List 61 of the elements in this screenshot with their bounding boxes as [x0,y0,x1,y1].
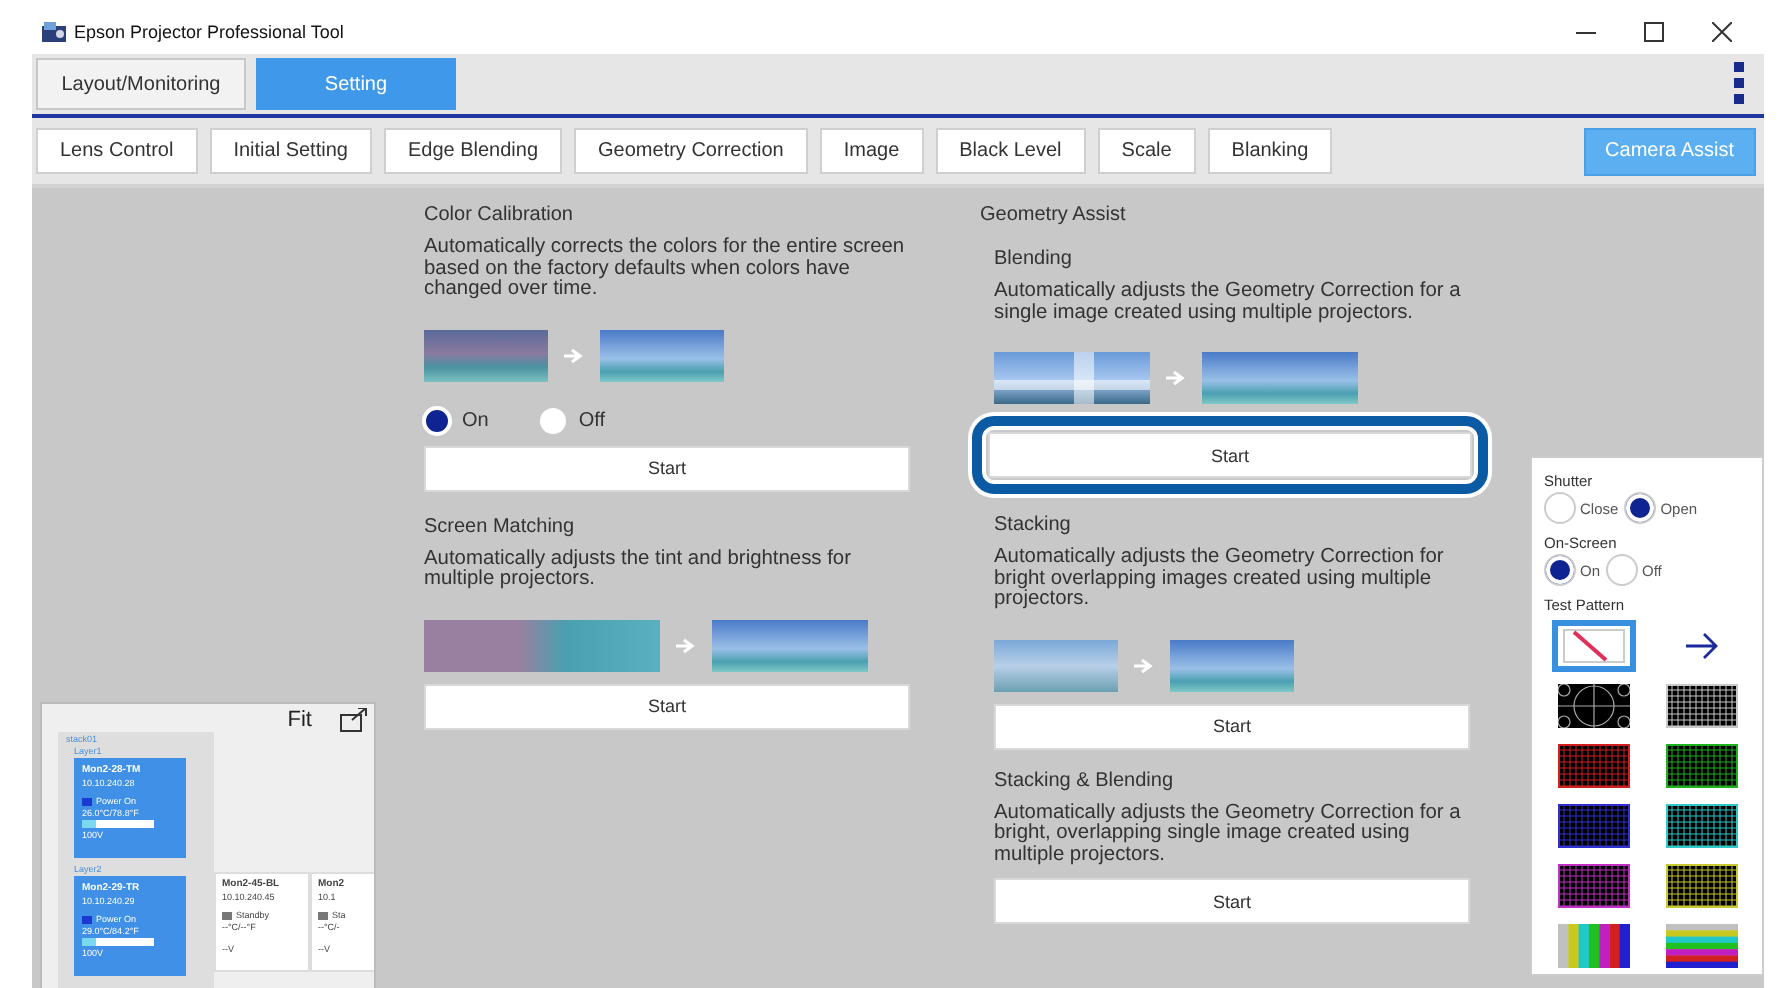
start-button[interactable]: Start [994,878,1470,924]
status-icon [318,911,328,920]
main-tab[interactable]: Layout/Monitoring [36,58,246,110]
sub-tab[interactable]: Image [819,128,924,174]
photo-placeholder [994,639,1118,691]
start-button[interactable]: Start [424,683,910,729]
radio-button[interactable] [1544,492,1576,524]
test-pattern-option[interactable] [1552,860,1636,912]
window-title: Epson Projector Professional Tool [74,22,344,42]
description-text: Automatically adjusts the tint and brightness for multiple projectors. [424,549,853,591]
subsection-title: Stacking [994,514,1073,538]
fit-label: Fit [287,708,312,732]
description-text: Automatically adjusts the Geometry Correction for a bright, overlapping single image created using multiple projectors. [994,803,1463,866]
sub-tab[interactable]: Scale [1097,128,1196,174]
projector-icon [40,20,68,44]
arrow-icon [1166,370,1186,386]
sub-tab[interactable]: Black Level [935,128,1086,174]
test-pattern-option[interactable] [1552,680,1636,732]
test-pattern-option[interactable] [1552,740,1636,792]
expand-icon[interactable] [340,708,368,732]
sub-tab[interactable]: Geometry Correction [574,128,808,174]
radio-button[interactable] [1606,554,1639,586]
test-pattern-option[interactable] [1660,800,1744,852]
start-button[interactable]: Start [994,703,1470,749]
test-pattern-option[interactable] [1660,920,1744,972]
start-button[interactable]: Start [988,432,1472,478]
radio-button[interactable] [1544,554,1576,586]
sub-tab[interactable]: Edge Blending [383,128,563,174]
test-pattern-option[interactable] [1552,920,1636,972]
sub-tab[interactable]: Lens Control [36,128,198,174]
maximize-icon[interactable] [1644,22,1664,42]
arrow-icon [676,637,696,653]
photo-placeholder [1170,639,1294,691]
close-icon[interactable] [1712,22,1732,42]
status-icon [222,911,232,920]
test-pattern-option[interactable] [1660,740,1744,792]
test-pattern-option[interactable] [1552,800,1636,852]
arrow-icon [564,347,584,363]
next-arrow-icon[interactable] [1684,632,1720,660]
subsection-title: Stacking & Blending [994,769,1176,793]
subsection-title: Blending [994,248,1074,272]
test-pattern-option[interactable] [1660,860,1744,912]
section-title: Screen Matching [424,515,577,539]
status-icon [82,797,92,806]
description-text: Automatically corrects the colors for the entire screen based on the factory defaults when colors have changed over time. [424,238,907,301]
radio-button[interactable] [1624,492,1657,524]
radio-label: Off [578,409,605,431]
section-title: Geometry Assist [980,204,1128,228]
sub-tab[interactable]: Initial Setting [209,128,372,174]
arrow-icon [1134,657,1154,673]
sub-tab[interactable]: Blanking [1207,128,1333,174]
test-pattern-option[interactable] [1660,680,1744,732]
description-text: Automatically adjusts the Geometry Correction for bright overlapping images created using multiple projectors. [994,548,1446,611]
section-title: Color Calibration [424,204,575,228]
radio-label: On [462,409,489,431]
menu-icon[interactable] [1734,62,1746,106]
photo-placeholder [424,329,548,381]
status-icon [82,915,92,924]
description-text: Automatically adjusts the Geometry Correction for a single image created using multiple projectors. [994,282,1463,324]
photo-placeholder [600,329,724,381]
start-button[interactable]: Start [424,445,910,491]
